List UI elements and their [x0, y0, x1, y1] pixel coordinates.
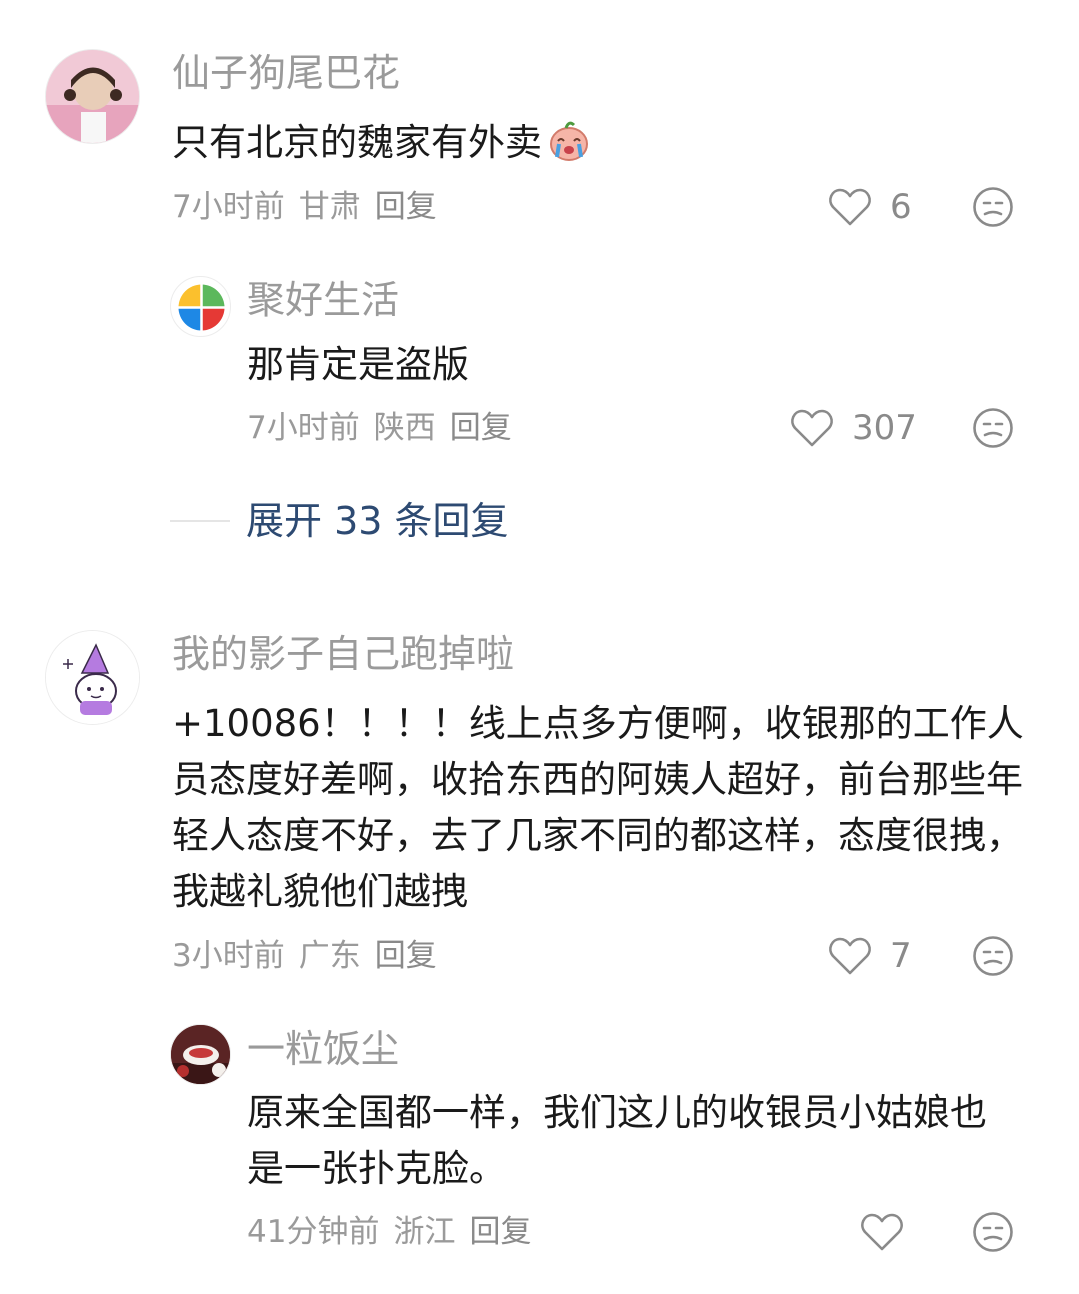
reply-button[interactable]: 回复: [469, 1214, 531, 1250]
avatar[interactable]: [170, 276, 231, 337]
heart-outline-icon: [829, 188, 871, 226]
comment-location: 甘肃: [298, 189, 361, 225]
comment-meta: 7小时前 甘肃 回复: [172, 187, 451, 227]
expand-replies-button[interactable]: 展开 33 条回复: [170, 498, 509, 544]
expand-replies-label: 展开 33 条回复: [246, 499, 509, 543]
reply-time: 41分钟前: [247, 1214, 380, 1250]
avatar[interactable]: [45, 630, 140, 725]
like-button[interactable]: 7: [828, 936, 912, 976]
reply-text: 原来全国都一样，我们这儿的收银员小姑娘也是一张扑克脸。: [247, 1091, 987, 1190]
like-count: 307: [852, 408, 917, 448]
like-button[interactable]: 6: [828, 187, 912, 227]
reply-time: 7小时前: [247, 410, 360, 446]
reply-button[interactable]: 回复: [450, 410, 512, 446]
avatar[interactable]: [45, 49, 140, 144]
reply-text: 那肯定是盗版: [247, 343, 469, 386]
unhappy-face-icon[interactable]: [972, 186, 1014, 228]
unhappy-face-icon[interactable]: [972, 407, 1014, 449]
unhappy-face-icon[interactable]: [972, 935, 1014, 977]
reply-meta: 7小时前 陕西 回复: [247, 408, 526, 448]
reply-meta: 41分钟前 浙江 回复: [247, 1212, 545, 1252]
heart-outline-icon: [829, 937, 871, 975]
comment-location: 广东: [298, 938, 361, 974]
username[interactable]: 一粒饭尘: [247, 1026, 399, 1072]
like-count: 6: [890, 187, 912, 227]
like-button[interactable]: [860, 1212, 922, 1252]
crying-emoji-icon: [546, 117, 592, 163]
comment-time: 7小时前: [172, 189, 285, 225]
reply-button[interactable]: 回复: [375, 189, 437, 225]
comment-text: +10086！！！！线上点多方便啊，收银那的工作人员态度好差啊，收拾东西的阿姨人…: [172, 702, 1024, 913]
unhappy-face-icon[interactable]: [972, 1211, 1014, 1253]
reply-location: 浙江: [393, 1214, 456, 1250]
like-count: 7: [890, 936, 912, 976]
comment-text: 只有北京的魏家有外卖: [172, 115, 1032, 171]
username[interactable]: 聚好生活: [247, 277, 399, 323]
comment-meta: 3小时前 广东 回复: [172, 936, 451, 976]
heart-outline-icon: [861, 1213, 903, 1251]
avatar[interactable]: [170, 1024, 231, 1085]
heart-outline-icon: [791, 409, 833, 447]
username[interactable]: 我的影子自己跑掉啦: [172, 631, 514, 677]
like-button[interactable]: 307: [790, 408, 917, 448]
reply-location: 陕西: [373, 410, 436, 446]
username[interactable]: 仙子狗尾巴花: [172, 50, 400, 96]
reply-button[interactable]: 回复: [375, 938, 437, 974]
divider-line: [170, 520, 230, 522]
comment-time: 3小时前: [172, 938, 285, 974]
comment-text-body: 只有北京的魏家有外卖: [172, 121, 542, 164]
